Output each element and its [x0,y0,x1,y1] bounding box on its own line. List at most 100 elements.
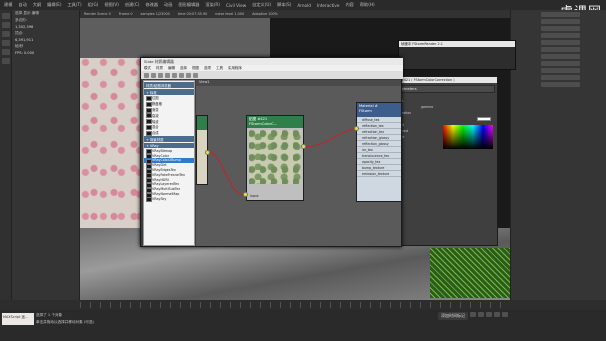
command-panel-button[interactable] [541,40,580,45]
input-port-label: input [250,194,259,198]
menu-item[interactable]: 帮助(H) [360,2,375,8]
menu-item[interactable]: Civil View [226,3,246,8]
menu-item[interactable]: 建模 [4,2,12,8]
go-end-icon[interactable] [502,312,508,317]
browser-section-header[interactable]: 材质/贴图浏览器 [144,82,194,88]
layout-icon[interactable] [186,72,191,78]
frame-buffer-title[interactable]: 帧缓冲 FStormRender 2.1 [399,41,515,47]
command-panel-button[interactable] [541,19,580,24]
color-correction-node[interactable]: 贴图 #421 FStormColorC... input [246,115,304,201]
node-header [197,116,207,130]
menu-item[interactable]: 组(G) [88,2,99,8]
menu-item[interactable]: 大纲 [33,2,41,8]
menu-item[interactable]: 修改器 [145,2,158,8]
menu-item[interactable]: 工具(T) [67,2,81,8]
poly-count-label: 多边形: [15,18,27,22]
move-tool-icon[interactable] [1,22,10,28]
viewport-info: samples 1/23000 [140,12,170,16]
slate-menu-item[interactable]: 选择 [180,66,187,71]
menu-item[interactable]: Interactive [317,3,340,8]
pick-material-icon[interactable] [151,72,156,78]
explorer-header[interactable]: 选择 显示 编辑 [12,10,79,17]
play-icon[interactable] [486,312,492,317]
scale-tool-icon[interactable] [1,40,10,46]
show-map-icon[interactable] [193,72,198,78]
parameter-editor: 贴图 #421 ( FStormColorCorrection ) Parame… [390,76,498,246]
select-tool-icon[interactable] [1,13,10,19]
command-panel-button[interactable] [541,82,580,87]
menu-item[interactable]: 渲染(R) [205,2,220,8]
assign-material-icon[interactable] [158,72,163,78]
menu-item[interactable]: 自动 [18,2,26,8]
slate-menu-item[interactable]: 材质 [156,66,163,71]
add-time-tag-button[interactable]: 添加时间标记 [438,312,468,320]
input-socket[interactable] [354,126,359,131]
selection-status: 选择了 1 个对象 [36,313,63,317]
link-tool-icon[interactable] [1,49,10,55]
slate-menu-item[interactable]: 选项 [204,66,211,71]
snap-tool-icon[interactable] [1,58,10,64]
output-socket[interactable] [205,150,210,155]
slate-menu-item[interactable]: 实用程序 [228,66,242,71]
hide-unused-icon[interactable] [179,72,184,78]
output-socket[interactable] [301,144,306,149]
maxscript-listener[interactable]: MAXScript 迷... [2,313,34,325]
command-panel-button[interactable] [541,54,580,59]
menu-item[interactable]: 视图(V) [104,2,119,8]
select-icon[interactable] [144,72,149,78]
status-bar [0,310,606,341]
command-panel-button[interactable] [541,68,580,73]
rotate-tool-icon[interactable] [1,31,10,37]
menu-item[interactable]: Arnold [297,3,311,8]
menu-item[interactable]: 动画 [164,2,172,8]
next-frame-icon[interactable] [494,312,500,317]
command-panel-button[interactable] [541,75,580,80]
command-panel-button[interactable] [541,61,580,66]
slate-menu-item[interactable]: 工具 [216,66,223,71]
node-view-canvas[interactable]: View1 贴图 #421 FStormColorC... input Mate… [196,80,401,246]
node-subtitle: FStorm [359,109,372,113]
menu-item[interactable]: 脚本(S) [277,2,291,8]
color-picker[interactable] [443,125,493,149]
command-panel-button[interactable] [541,47,580,52]
viewport-info: noise level 1.000 [215,12,245,16]
frame-buffer-window: 帧缓冲 FStormRender 2.1 [398,40,516,70]
timeline-ticks [80,302,510,308]
slate-material-editor: Slate 材质编辑器 模式 材质 编辑 选择 视图 选项 工具 实用程序 材质… [140,57,403,247]
browser-item[interactable]: VRaySky [144,196,194,203]
command-panel [510,10,606,300]
playback-controls [470,312,508,317]
viewport-info: time 00:07:35.90 [177,12,208,16]
prev-frame-icon[interactable] [478,312,484,317]
slate-menu-item[interactable]: 模式 [144,66,151,71]
menu-item[interactable]: 编辑(E) [47,2,61,8]
slate-menu-item[interactable]: 视图 [192,66,199,71]
menu-item[interactable]: 内容 [345,2,353,8]
delete-icon[interactable] [165,72,170,78]
command-panel-button[interactable] [541,26,580,31]
material-port[interactable]: emission_texture [357,171,401,177]
wire [207,151,249,196]
input-socket[interactable] [243,192,248,197]
vertex-count-label: 顶点: [15,31,24,35]
menu-item[interactable]: 创建(C) [125,2,140,8]
browser-section-header[interactable]: + 场景材质 [144,136,194,143]
menu-item[interactable]: 图形编辑器 [178,2,199,8]
viewport-info: Frame 0 [118,12,133,16]
viewport-info: Render Scene 0 [84,12,111,16]
slate-menu-item[interactable]: 编辑 [168,66,175,71]
fstorm-material-node[interactable]: Material # FStorm diffuse_tex reflection… [356,102,401,202]
parameters-rollout[interactable]: Parameters [393,85,495,93]
browser-item[interactable]: 合成 [144,130,194,136]
color-swatch[interactable] [477,117,491,121]
node-header: 贴图 #421 FStormColorC... [247,116,303,128]
wire [303,127,359,148]
slate-title-bar[interactable]: Slate 材质编辑器 [141,58,403,65]
command-panel-button[interactable] [541,12,580,17]
menu-item[interactable]: 自定义(U) [252,2,271,8]
move-children-icon[interactable] [172,72,177,78]
prompt-status: 单击并拖动以选择并移动对象 (可选) [36,320,94,324]
node-subtitle: FStormColorC... [249,122,278,126]
command-panel-button[interactable] [541,33,580,38]
go-start-icon[interactable] [470,312,476,317]
